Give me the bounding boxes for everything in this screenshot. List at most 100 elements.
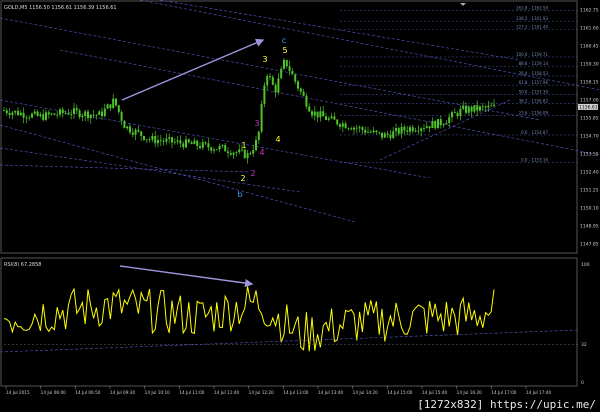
candle-body <box>389 134 392 139</box>
candle-body <box>263 85 266 105</box>
candle-body <box>476 105 479 111</box>
candle-body <box>224 145 227 152</box>
candle-body <box>445 123 448 125</box>
candle-body <box>109 104 112 109</box>
candle-body <box>120 111 123 121</box>
time-tick-label: 14 Jul 10:10 <box>145 390 170 395</box>
candle-body <box>367 131 369 133</box>
candle-body <box>101 111 103 117</box>
time-tick-label: 14 Jul 15:40 <box>422 390 447 395</box>
candle-body <box>372 130 375 133</box>
candle-body <box>470 107 473 112</box>
candle-body <box>341 123 344 127</box>
candle-body <box>302 91 305 96</box>
price-tick-label: 1152.40 <box>580 170 599 176</box>
candle-body <box>291 71 294 75</box>
time-tick-label: 14 Jul 12:20 <box>249 390 274 395</box>
candle-body <box>145 139 148 141</box>
trading-chart[interactable]: 161.8 - 1162.59 138.2 - 1161.93 127.2 - 11… <box>0 0 600 412</box>
candle-body <box>59 109 61 115</box>
wave-label: 4 <box>275 135 280 144</box>
candle-body <box>479 106 481 111</box>
candle-body <box>243 149 246 159</box>
chart-shift-marker[interactable] <box>460 3 466 6</box>
candle-body <box>378 131 381 133</box>
candle-body <box>327 118 330 120</box>
rsi-series <box>0 286 579 353</box>
candle-body <box>358 127 361 129</box>
candle-body <box>400 126 403 134</box>
candle-body <box>297 81 299 89</box>
candle-body <box>3 110 5 112</box>
wave-label: 3 <box>262 55 267 64</box>
price-tick-label: 1155.85 <box>580 116 599 122</box>
candle-body <box>395 128 397 132</box>
candle-body <box>442 124 445 126</box>
candle-body <box>168 137 171 139</box>
candle-body <box>431 121 434 129</box>
candle-body <box>409 127 411 132</box>
rsi-tick-label: 0 <box>581 380 584 386</box>
candle-body <box>182 143 185 148</box>
candle-body <box>56 114 59 116</box>
candle-body <box>437 119 439 129</box>
candle-body <box>467 107 470 113</box>
time-tick-label: 14 Jul 09:30 <box>110 390 135 395</box>
candle-body <box>193 140 196 145</box>
candle-body <box>95 114 98 116</box>
candle-body <box>238 149 241 153</box>
wave-label: 1 <box>241 141 246 150</box>
wave-label: 4 <box>259 148 264 157</box>
price-divergence-arrow <box>121 38 265 101</box>
candle-body <box>459 108 462 117</box>
trend-line[interactable] <box>0 99 431 179</box>
fib-label: 0.0 - 1154.87 <box>521 130 548 135</box>
candle-body <box>425 126 428 129</box>
candle-body <box>123 120 126 129</box>
candle-body <box>159 140 162 142</box>
candle-body <box>353 127 355 130</box>
candle-body <box>151 135 154 140</box>
time-tick-label: 14 Jul 17:40 <box>526 390 551 395</box>
price-tick-label: 1150.10 <box>580 206 599 212</box>
candle-body <box>11 112 14 116</box>
candle-body <box>420 128 423 132</box>
candle-body <box>87 111 89 119</box>
candle-body <box>78 110 81 118</box>
wave-label: 2 <box>250 169 255 178</box>
trend-line[interactable] <box>139 0 600 91</box>
time-tick-label: 14 Jul 13:40 <box>318 390 343 395</box>
trend-line[interactable] <box>0 17 541 121</box>
candle-body <box>235 152 238 154</box>
candle-body <box>50 113 53 115</box>
candle-body <box>73 108 75 115</box>
wave-label: c <box>282 36 286 45</box>
time-tick-label: 14 Jul 11:40 <box>214 390 239 395</box>
candle-body <box>246 153 249 159</box>
axes: 1162.75 1161.60 1160.45 1159.30 1158.15 1157.… <box>5 3 599 395</box>
candle-body <box>462 106 465 109</box>
candle-body <box>8 113 11 116</box>
time-tick-label: 14 Jul 15:00 <box>387 390 412 395</box>
time-tick-label: 14 Jul 06:50 <box>75 390 100 395</box>
candle-body <box>350 128 353 130</box>
candle-body <box>383 133 386 138</box>
candle-body <box>266 76 269 86</box>
candle-body <box>84 111 87 116</box>
candle-body <box>14 110 17 113</box>
price-tick-label: 1154.70 <box>580 134 599 140</box>
trend-channel-lines[interactable] <box>0 0 600 223</box>
time-tick-label: 14 Jul 13:00 <box>283 390 308 395</box>
candle-body <box>115 98 117 106</box>
candle-body <box>392 131 395 139</box>
rsi-trend-line[interactable] <box>0 329 579 353</box>
candle-body <box>92 114 95 116</box>
candle-body <box>381 132 383 138</box>
candle-body <box>305 95 308 107</box>
candle-body <box>294 74 297 82</box>
candle-body <box>210 147 213 151</box>
candle-body <box>465 106 467 113</box>
price-tick-label: 1159.30 <box>580 62 599 68</box>
candle-body <box>157 140 159 144</box>
rsi-line <box>3 286 495 352</box>
